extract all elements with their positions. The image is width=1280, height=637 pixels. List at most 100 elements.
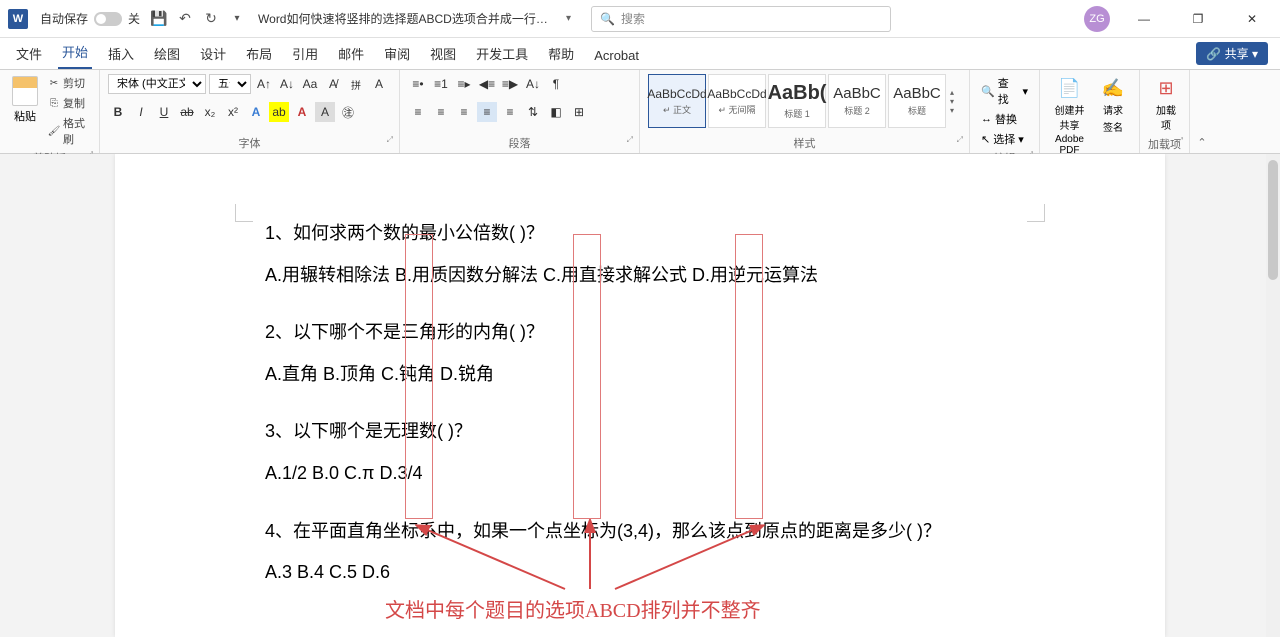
decrease-indent-button[interactable]: ◀≡ [477,74,497,94]
style-gallery-more[interactable]: ▴▾▾ [948,86,962,117]
line-spacing-button[interactable]: ⇅ [523,102,543,122]
autosave-label: 自动保存 [40,10,88,27]
align-center-button[interactable]: ≡ [431,102,451,122]
group-addins: ⊞ 加载项 加载项 [1140,70,1190,153]
group-paragraph: ≡• ≡1 ≡▸ ◀≡ ≡▶ A↓ ¶ ≡ ≡ ≡ ≡ ≡ ⇅ ◧ ⊞ 段落 [400,70,640,153]
bold-button[interactable]: B [108,102,128,122]
save-icon[interactable]: 💾 [150,10,168,28]
document-title: Word如何快速将竖排的选择题ABCD选项合并成一行显示？.d… [258,10,558,27]
style-heading1[interactable]: AaBb(标题 1 [768,74,826,128]
create-pdf-button[interactable]: 📄 创建并共享 Adobe PDF [1048,74,1091,158]
tab-home[interactable]: 开始 [58,36,92,69]
cut-button[interactable]: ✂剪切 [46,74,91,92]
close-button[interactable]: ✕ [1232,4,1272,34]
borders-button[interactable]: ⊞ [569,102,589,122]
show-marks-button[interactable]: ¶ [546,74,566,94]
distribute-button[interactable]: ≡ [500,102,520,122]
document-content[interactable]: 1、如何求两个数的最小公倍数( )？ A.用辗转相除法 B.用质因数分解法 C.… [265,214,1015,593]
tab-references[interactable]: 引用 [288,38,322,69]
font-color-button[interactable]: A [292,102,312,122]
user-avatar[interactable]: ZG [1084,6,1110,32]
request-sign-button[interactable]: ✍ 请求 签名 [1095,74,1131,136]
tab-acrobat[interactable]: Acrobat [590,42,643,69]
tab-file[interactable]: 文件 [12,38,46,69]
justify-button[interactable]: ≡ [477,102,497,122]
superscript-button[interactable]: x² [223,102,243,122]
decrease-font-icon[interactable]: A↓ [277,74,297,94]
tab-mailings[interactable]: 邮件 [334,38,368,69]
replace-button[interactable]: ↔替换 [978,110,1031,128]
undo-icon[interactable]: ↶ [176,10,194,28]
minimize-button[interactable]: — [1124,4,1164,34]
page[interactable]: 1、如何求两个数的最小公倍数( )？ A.用辗转相除法 B.用质因数分解法 C.… [115,154,1165,637]
font-name-select[interactable]: 宋体 (中文正文) [108,74,206,94]
group-font: 宋体 (中文正文) 五号 A↑ A↓ Aa A̸ 拼 A B I U ab x₂… [100,70,400,153]
numbering-button[interactable]: ≡1 [431,74,451,94]
tab-insert[interactable]: 插入 [104,38,138,69]
group-adobe: 📄 创建并共享 Adobe PDF ✍ 请求 签名 Adobe Acrobat [1040,70,1140,153]
vertical-scrollbar[interactable] [1266,154,1280,637]
tab-layout[interactable]: 布局 [242,38,276,69]
subscript-button[interactable]: x₂ [200,102,220,122]
text-effects-icon[interactable]: A [246,102,266,122]
multilevel-list-button[interactable]: ≡▸ [454,74,474,94]
char-shading-icon[interactable]: A [315,102,335,122]
answer-1: A.用辗转相除法 B.用质因数分解法 C.用直接求解公式 D.用逆元运算法 [265,256,1015,296]
title-dropdown-icon[interactable]: ▾ [566,13,571,24]
tab-help[interactable]: 帮助 [544,38,578,69]
paste-button[interactable]: 粘贴 [8,74,42,126]
style-normal[interactable]: AaBbCcDd↵ 正文 [648,74,706,128]
align-right-button[interactable]: ≡ [454,102,474,122]
format-painter-button[interactable]: 🖌格式刷 [46,114,91,148]
maximize-button[interactable]: ❐ [1178,4,1218,34]
group-styles: AaBbCcDd↵ 正文 AaBbCcDd↵ 无间隔 AaBb(标题 1 AaB… [640,70,970,153]
highlight-button[interactable]: ab [269,102,289,122]
strikethrough-button[interactable]: ab [177,102,197,122]
answer-2: A.直角 B.顶角 C.钝角 D.锐角 [265,355,1015,395]
qat-more-icon[interactable]: ▾ [228,10,246,28]
tab-draw[interactable]: 绘图 [150,38,184,69]
font-size-select[interactable]: 五号 [209,74,251,94]
italic-button[interactable]: I [131,102,151,122]
question-4: 4、在平面直角坐标系中，如果一个点坐标为(3,4)，那么该点到原点的距离是多少(… [265,512,1015,552]
change-case-icon[interactable]: Aa [300,74,320,94]
group-clipboard: 粘贴 ✂剪切 ⎘复制 🖌格式刷 剪贴板 [0,70,100,153]
find-button[interactable]: 🔍查找 ▾ [978,74,1031,108]
char-border-icon[interactable]: A [369,74,389,94]
underline-button[interactable]: U [154,102,174,122]
style-nospacing[interactable]: AaBbCcDd↵ 无间隔 [708,74,766,128]
select-button[interactable]: ↖选择 ▾ [978,130,1031,148]
phonetic-guide-icon[interactable]: 拼 [346,74,366,94]
toggle-switch[interactable] [94,12,122,26]
tab-review[interactable]: 审阅 [380,38,414,69]
redo-icon[interactable]: ↻ [202,10,220,28]
tab-devtools[interactable]: 开发工具 [472,38,532,69]
answer-3: A.1/2 B.0 C.π D.3/4 [265,454,1015,494]
autosave-toggle[interactable]: 自动保存 关 [40,10,140,27]
share-button[interactable]: 🔗 共享 ▾ [1196,42,1268,65]
copy-button[interactable]: ⎘复制 [46,94,91,112]
bullets-button[interactable]: ≡• [408,74,428,94]
group-label-addins: 加载项 [1148,134,1181,152]
search-input[interactable]: 🔍 搜索 [591,6,891,32]
tab-design[interactable]: 设计 [196,38,230,69]
addins-button[interactable]: ⊞ 加载项 [1148,74,1184,134]
clear-format-icon[interactable]: A̸ [323,74,343,94]
sort-button[interactable]: A↓ [523,74,543,94]
style-gallery: AaBbCcDd↵ 正文 AaBbCcDd↵ 无间隔 AaBb(标题 1 AaB… [648,74,962,128]
margin-corner-tr [1027,204,1045,222]
collapse-ribbon-button[interactable]: ⌃ [1190,70,1214,153]
style-title[interactable]: AaBbC标题 [888,74,946,128]
increase-indent-button[interactable]: ≡▶ [500,74,520,94]
group-label-styles: 样式 [648,133,961,151]
scroll-thumb[interactable] [1268,160,1278,280]
tab-view[interactable]: 视图 [426,38,460,69]
enclose-char-icon[interactable]: ㊟ [338,102,358,122]
answer-4: A.3 B.4 C.5 D.6 [265,553,1015,593]
shading-button[interactable]: ◧ [546,102,566,122]
align-left-button[interactable]: ≡ [408,102,428,122]
increase-font-icon[interactable]: A↑ [254,74,274,94]
ribbon-tabs: 文件 开始 插入 绘图 设计 布局 引用 邮件 审阅 视图 开发工具 帮助 Ac… [0,38,1280,70]
style-heading2[interactable]: AaBbC标题 2 [828,74,886,128]
question-1: 1、如何求两个数的最小公倍数( )？ [265,214,1015,254]
